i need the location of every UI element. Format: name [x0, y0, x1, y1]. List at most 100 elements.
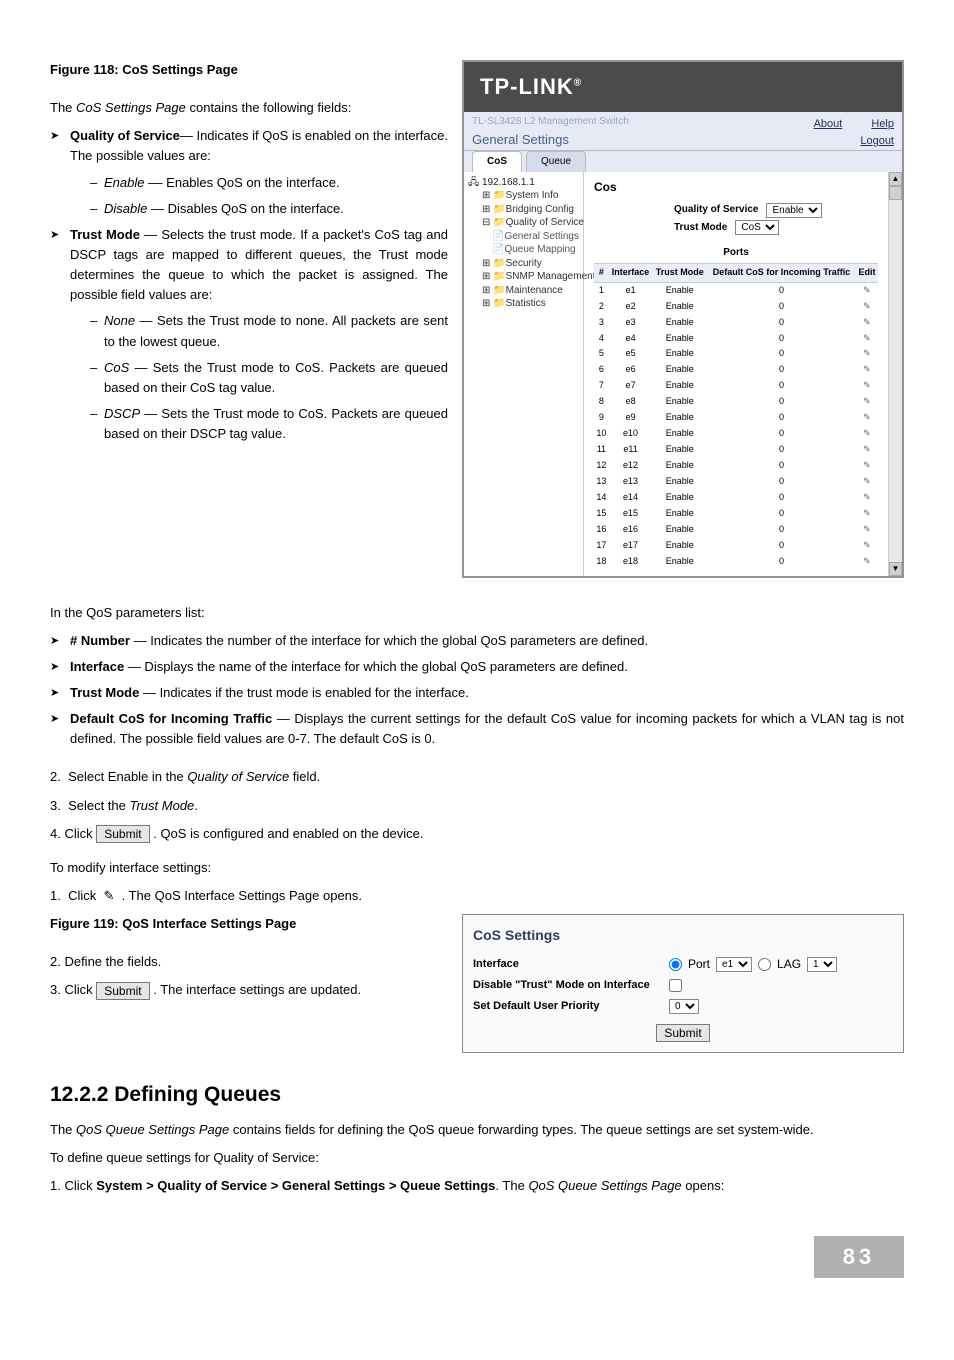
edit-icon[interactable]: ✎ [863, 556, 871, 566]
edit-icon[interactable]: ✎ [863, 317, 871, 327]
edit-icon[interactable]: ✎ [863, 428, 871, 438]
table-row: 4e4Enable0✎ [594, 331, 878, 347]
bullet-icon: ➤ [50, 631, 70, 651]
table-row: 12e12Enable0✎ [594, 458, 878, 474]
edit-icon[interactable]: ✎ [863, 301, 871, 311]
apply-step: 3. Click Submit . The interface settings… [50, 980, 448, 1000]
edit-icon[interactable]: ✎ [863, 524, 871, 534]
modify-intro: To modify interface settings: [50, 858, 904, 878]
tree-general-settings[interactable]: 📄General Settings [468, 230, 579, 244]
tree-qos[interactable]: ⊟ 📁Quality of Service [468, 216, 579, 230]
default-priority-label: Set Default User Priority [473, 998, 663, 1015]
section-p2: To define queue settings for Quality of … [50, 1148, 904, 1168]
section-heading: 12.2.2 Defining Queues [50, 1079, 904, 1112]
scroll-thumb[interactable] [889, 186, 902, 200]
cos-submit-button[interactable]: Submit [656, 1024, 709, 1042]
param-trustmode: Trust Mode — Indicates if the trust mode… [70, 683, 904, 703]
disable-trust-label: Disable "Trust" Mode on Interface [473, 977, 663, 994]
table-row: 10e10Enable0✎ [594, 426, 878, 442]
section-step1: 1. Click System > Quality of Service > G… [50, 1176, 904, 1196]
tree-root[interactable]: 🖧 192.168.1.1 [468, 176, 579, 190]
param-defaultcos: Default CoS for Incoming Traffic — Displ… [70, 709, 904, 749]
col-trustmode: Trust Mode [652, 263, 707, 282]
logout-link[interactable]: Logout [860, 133, 894, 150]
submit-button[interactable]: Submit [96, 982, 149, 1000]
tree-statistics[interactable]: ⊞ 📁Statistics [468, 297, 579, 311]
table-row: 5e5Enable0✎ [594, 346, 878, 362]
qos-select[interactable]: Enable [766, 203, 822, 218]
pencil-icon: ✎ [103, 888, 114, 903]
edit-icon[interactable]: ✎ [863, 508, 871, 518]
tplink-logo: TP-LINK® [464, 62, 902, 112]
disable-trust-checkbox[interactable] [669, 979, 682, 992]
edit-icon[interactable]: ✎ [863, 540, 871, 550]
edit-icon[interactable]: ✎ [863, 460, 871, 470]
edit-icon[interactable]: ✎ [863, 333, 871, 343]
tree-queue-mapping[interactable]: 📄Queue Mapping [468, 243, 579, 257]
table-row: 1e1Enable0✎ [594, 282, 878, 298]
tree-snmp[interactable]: ⊞ 📁SNMP Management [468, 270, 579, 284]
cos-settings-panel: CoS Settings Interface Port e1 LAG 1 Dis… [462, 914, 904, 1053]
tree-system-info[interactable]: ⊞ 📁System Info [468, 189, 579, 203]
port-radio[interactable] [669, 958, 682, 971]
scroll-up-icon[interactable]: ▲ [889, 172, 902, 186]
figure-119-caption: Figure 119: QoS Interface Settings Page [50, 914, 448, 934]
qos-item: Quality of Service— Indicates if QoS is … [70, 126, 448, 166]
param-interface: Interface — Displays the name of the int… [70, 657, 904, 677]
bullet-icon: ➤ [50, 683, 70, 703]
trustmode-select[interactable]: CoS [735, 220, 779, 235]
port-select[interactable]: e1 [716, 957, 752, 972]
tree-security[interactable]: ⊞ 📁Security [468, 257, 579, 271]
tree-maintenance[interactable]: ⊞ 📁Maintenance [468, 284, 579, 298]
scroll-down-icon[interactable]: ▼ [889, 562, 902, 576]
tm-cos: CoS — Sets the Trust mode to CoS. Packet… [104, 358, 448, 398]
trustmode-label: Trust Mode [674, 220, 727, 236]
tab-queue[interactable]: Queue [526, 151, 586, 172]
device-model: TL-SL3428 L2 Management Switch [472, 114, 629, 130]
edit-icon[interactable]: ✎ [863, 412, 871, 422]
ports-table: # Interface Trust Mode Default CoS for I… [594, 263, 878, 570]
about-link[interactable]: About [814, 116, 843, 133]
edit-icon[interactable]: ✎ [863, 364, 871, 374]
figure-118-caption: Figure 118: CoS Settings Page [50, 60, 448, 80]
lag-radio[interactable] [758, 958, 771, 971]
define-fields: 2. Define the fields. [50, 952, 448, 972]
table-row: 11e11Enable0✎ [594, 442, 878, 458]
edit-icon[interactable]: ✎ [863, 396, 871, 406]
tplink-screenshot: TP-LINK® TL-SL3428 L2 Management Switch … [462, 60, 904, 578]
nav-tree: 🖧 192.168.1.1 ⊞ 📁System Info ⊞ 📁Bridging… [464, 172, 584, 576]
table-row: 3e3Enable0✎ [594, 315, 878, 331]
qos-enable: Enable –– Enables QoS on the interface. [104, 173, 448, 193]
table-row: 18e18Enable0✎ [594, 554, 878, 570]
edit-icon[interactable]: ✎ [863, 476, 871, 486]
step-3: 3. Select the Trust Mode. [50, 796, 904, 816]
qos-disable: Disable — Disables QoS on the interface. [104, 199, 448, 219]
tree-bridging[interactable]: ⊞ 📁Bridging Config [468, 203, 579, 217]
edit-icon[interactable]: ✎ [863, 285, 871, 295]
cos-heading: Cos [594, 178, 878, 197]
intro-text: The CoS Settings Page contains the follo… [50, 98, 448, 118]
table-row: 15e15Enable0✎ [594, 506, 878, 522]
submit-button[interactable]: Submit [96, 825, 149, 843]
scrollbar[interactable]: ▲ ▼ [888, 172, 902, 576]
edit-icon[interactable]: ✎ [863, 380, 871, 390]
bullet-icon: ➤ [50, 126, 70, 166]
scroll-track[interactable] [889, 200, 902, 562]
paramlist-intro: In the QoS parameters list: [50, 603, 904, 623]
tab-cos[interactable]: CoS [472, 151, 522, 172]
page-number: 83 [814, 1236, 904, 1278]
step-2: 2. Select Enable in the Quality of Servi… [50, 767, 904, 787]
edit-icon[interactable]: ✎ [863, 348, 871, 358]
edit-icon[interactable]: ✎ [863, 492, 871, 502]
table-row: 8e8Enable0✎ [594, 394, 878, 410]
edit-icon[interactable]: ✎ [863, 444, 871, 454]
default-priority-select[interactable]: 0 [669, 999, 699, 1014]
help-link[interactable]: Help [860, 116, 894, 133]
col-num: # [594, 263, 609, 282]
param-number: # Number — Indicates the number of the i… [70, 631, 904, 651]
lag-select[interactable]: 1 [807, 957, 837, 972]
lag-label: LAG [777, 955, 801, 974]
port-label: Port [688, 955, 710, 974]
step-4: 4. Click Submit . QoS is configured and … [50, 824, 904, 844]
table-row: 13e13Enable0✎ [594, 474, 878, 490]
